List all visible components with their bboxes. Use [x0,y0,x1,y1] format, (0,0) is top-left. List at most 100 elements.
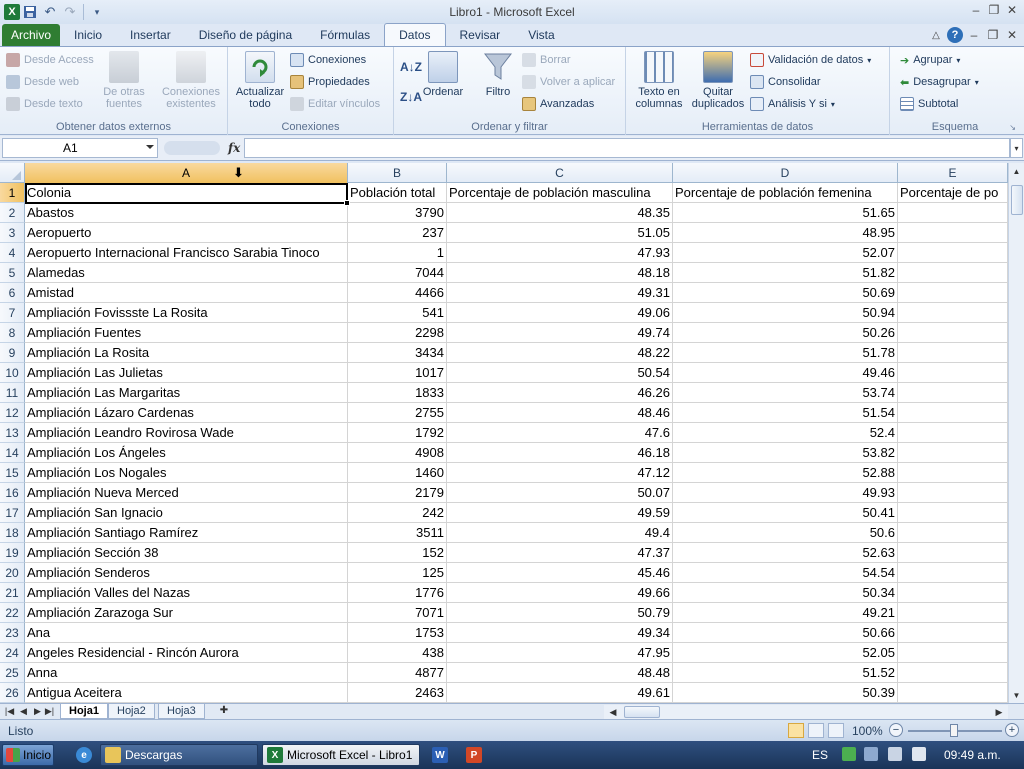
table-cell[interactable] [898,223,1008,243]
what-if-button[interactable]: Análisis Y si ▾ [750,94,835,114]
page-layout-view-icon[interactable] [808,723,824,738]
table-cell[interactable]: 51.54 [673,403,898,423]
powerpoint-icon[interactable]: P [462,744,484,766]
row-header[interactable]: 20 [0,563,25,583]
table-cell[interactable]: 2298 [348,323,447,343]
table-cell[interactable] [898,443,1008,463]
column-header-c[interactable]: C [447,163,673,183]
row-header[interactable]: 18 [0,523,25,543]
table-cell[interactable]: Ampliación San Ignacio [25,503,348,523]
table-cell[interactable] [898,663,1008,683]
advanced-filter-button[interactable]: Avanzadas [522,94,594,114]
row-header[interactable]: 14 [0,443,25,463]
table-cell[interactable]: 51.05 [447,223,673,243]
header-cell[interactable]: Porcentaje de población femenina [673,183,898,203]
table-cell[interactable]: 1017 [348,363,447,383]
data-validation-button[interactable]: Validación de datos ▾ [750,50,871,70]
start-button[interactable]: Inicio [2,744,54,766]
row-header[interactable]: 7 [0,303,25,323]
table-cell[interactable]: 1753 [348,623,447,643]
clear-filter-button[interactable]: Borrar [522,50,571,70]
table-cell[interactable]: Ampliación Las Julietas [25,363,348,383]
table-cell[interactable]: 49.34 [447,623,673,643]
table-cell[interactable]: 3790 [348,203,447,223]
taskbar-descargas[interactable]: Descargas [100,744,258,766]
ungroup-button[interactable]: ⬅ Desagrupar ▾ [900,72,979,92]
table-cell[interactable]: Ampliación Fovissste La Rosita [25,303,348,323]
table-cell[interactable]: 242 [348,503,447,523]
from-web-button[interactable]: Desde web [6,72,79,92]
filter-button[interactable]: Filtro [478,51,518,98]
table-cell[interactable] [898,423,1008,443]
table-cell[interactable]: 4877 [348,663,447,683]
table-cell[interactable]: Ampliación La Rosita [25,343,348,363]
table-cell[interactable]: 49.31 [447,283,673,303]
table-cell[interactable] [898,343,1008,363]
network-icon[interactable] [864,747,878,761]
header-cell[interactable]: Porcentaje de población masculina [447,183,673,203]
table-cell[interactable] [898,303,1008,323]
table-cell[interactable] [898,323,1008,343]
tab-vista[interactable]: Vista [514,24,568,46]
table-cell[interactable]: 48.18 [447,263,673,283]
column-header-d[interactable]: D [673,163,898,183]
table-cell[interactable] [898,643,1008,663]
page-break-view-icon[interactable] [828,723,844,738]
table-cell[interactable] [898,503,1008,523]
table-cell[interactable] [898,363,1008,383]
table-cell[interactable]: 3511 [348,523,447,543]
vertical-scrollbar[interactable]: ▲ ▼ [1008,163,1024,703]
sort-az-icon[interactable]: A↓Z [400,57,422,77]
fill-handle[interactable] [344,200,350,206]
table-cell[interactable]: 3434 [348,343,447,363]
table-cell[interactable]: 49.59 [447,503,673,523]
table-cell[interactable] [898,483,1008,503]
dialog-launcher-icon[interactable]: ↘ [1009,123,1016,132]
workbook-close-icon[interactable]: ✕ [1004,27,1020,43]
table-cell[interactable]: Amistad [25,283,348,303]
table-cell[interactable]: 541 [348,303,447,323]
row-header[interactable]: 4 [0,243,25,263]
edit-links-button[interactable]: Editar vínculos [290,94,380,114]
text-to-columns-button[interactable]: Texto en columnas [630,51,688,110]
table-cell[interactable]: Ampliación Fuentes [25,323,348,343]
normal-view-icon[interactable] [788,723,804,738]
language-indicator[interactable]: ES [812,748,828,762]
table-cell[interactable]: Antigua Aceitera [25,683,348,703]
table-cell[interactable]: 50.79 [447,603,673,623]
table-cell[interactable]: Ana [25,623,348,643]
table-cell[interactable]: 2755 [348,403,447,423]
tab-insertar[interactable]: Insertar [116,24,185,46]
table-cell[interactable]: 237 [348,223,447,243]
header-cell[interactable]: Porcentaje de po [898,183,1008,203]
row-header[interactable]: 2 [0,203,25,223]
zoom-in-icon[interactable]: + [1005,723,1019,737]
refresh-all-button[interactable]: Actualizar todo [232,51,288,110]
minimize-ribbon-icon[interactable]: △ [928,27,944,43]
formula-input[interactable] [244,138,1010,158]
security-icon[interactable] [842,747,856,761]
consolidate-button[interactable]: Consolidar [750,72,821,92]
row-header[interactable]: 3 [0,223,25,243]
row-header[interactable]: 25 [0,663,25,683]
workbook-minimize-icon[interactable]: ‒ [966,27,982,43]
row-header[interactable]: 23 [0,623,25,643]
table-cell[interactable] [898,523,1008,543]
table-cell[interactable]: 50.26 [673,323,898,343]
row-header[interactable]: 5 [0,263,25,283]
restore-icon[interactable]: ❐ [986,2,1002,18]
existing-connections-button[interactable]: Conexiones existentes [158,51,224,110]
volume-icon[interactable] [888,747,902,761]
word-icon[interactable]: W [428,744,450,766]
table-cell[interactable]: Ampliación Valles del Nazas [25,583,348,603]
table-cell[interactable]: 49.61 [447,683,673,703]
table-cell[interactable]: 46.26 [447,383,673,403]
table-cell[interactable]: 51.82 [673,263,898,283]
table-cell[interactable]: Ampliación Leandro Rovirosa Wade [25,423,348,443]
table-cell[interactable]: 48.35 [447,203,673,223]
table-cell[interactable] [898,263,1008,283]
save-icon[interactable] [20,2,40,22]
worksheet-grid[interactable]: A B C D E ⬇ 1 Colonia Población total Porcentaje… [0,163,1008,703]
insert-sheet-icon[interactable]: ✚ [216,705,232,718]
scroll-left-icon[interactable]: ◀ [606,705,620,719]
